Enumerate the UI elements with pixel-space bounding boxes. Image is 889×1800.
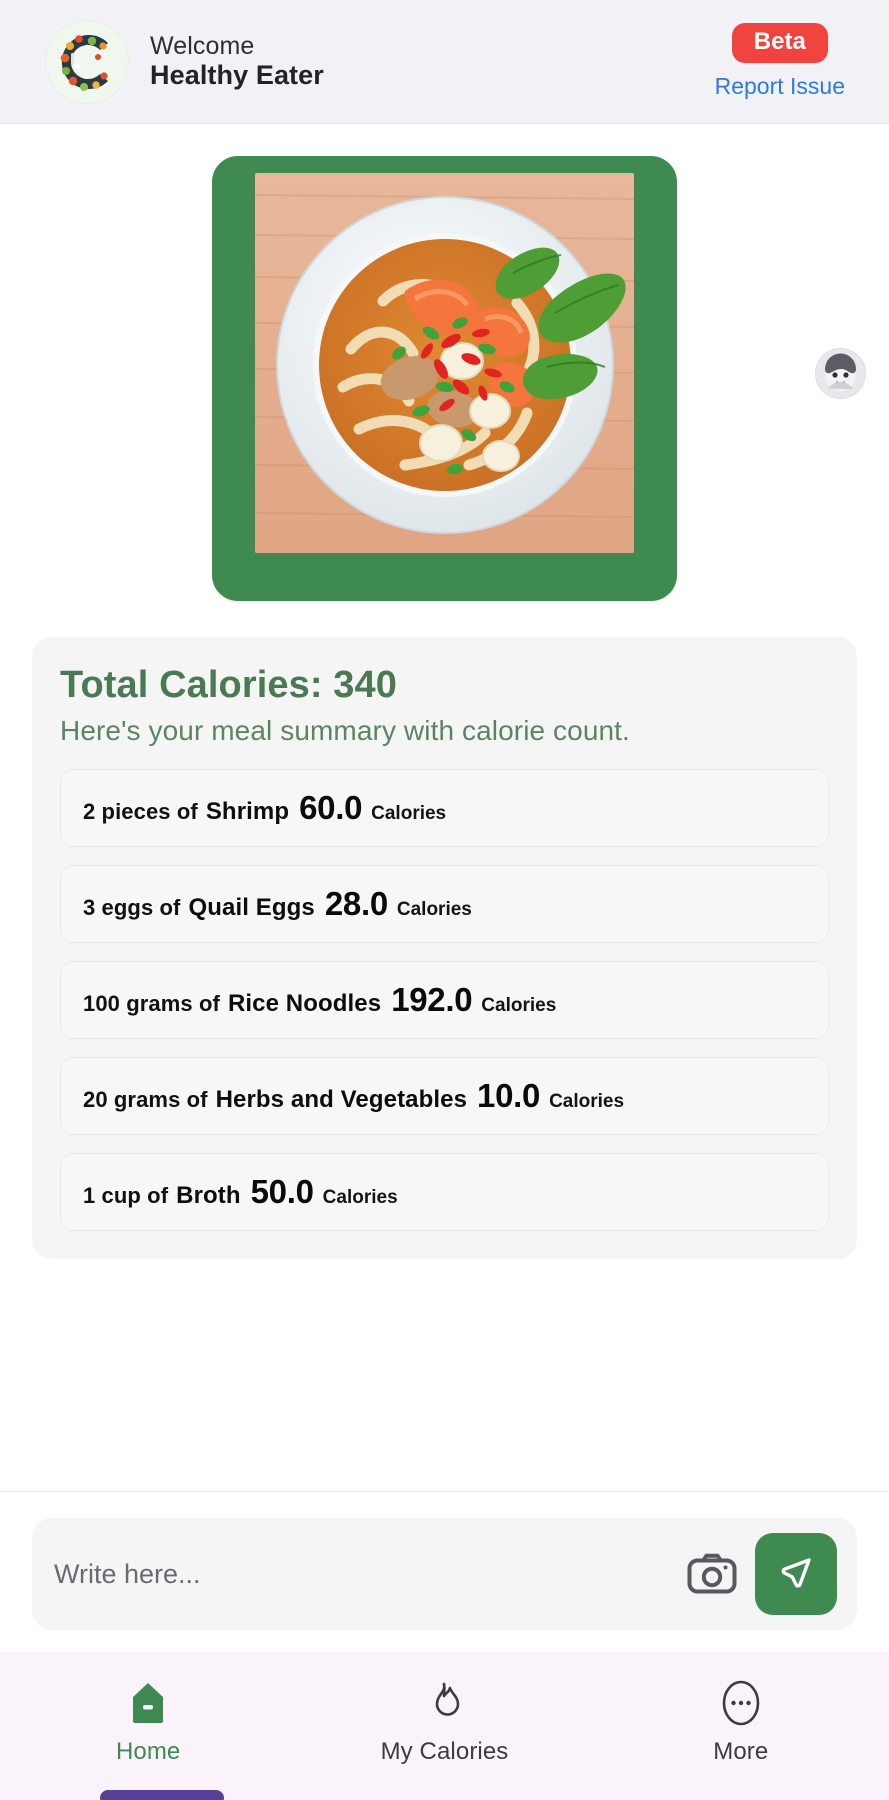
message-input[interactable] <box>54 1518 669 1630</box>
item-calorie-value: 10.0 <box>477 1076 541 1114</box>
item-calorie-unit: Calories <box>322 1186 398 1208</box>
nav-label-home: Home <box>115 1738 181 1765</box>
vegetable-letter-c-logo-icon <box>46 20 128 103</box>
item-food-name: Broth <box>176 1181 241 1209</box>
item-line: 2 pieces of Shrimp 60.0 Calories <box>83 789 446 827</box>
table-row[interactable]: 20 grams of Herbs and Vegetables 10.0 Ca… <box>60 1056 829 1135</box>
camera-button[interactable] <box>685 1547 739 1601</box>
item-calorie-value: 50.0 <box>250 1172 314 1210</box>
table-row[interactable]: 2 pieces of Shrimp 60.0 Calories <box>60 768 829 847</box>
header-right: Beta Report Issue <box>715 23 855 100</box>
brand-name: Healthy Eater <box>150 60 324 91</box>
table-row[interactable]: 3 eggs of Quail Eggs 28.0 Calories <box>60 864 829 943</box>
meal-photo[interactable] <box>255 173 634 553</box>
item-line: 3 eggs of Quail Eggs 28.0 Calories <box>83 885 472 923</box>
item-calorie-unit: Calories <box>371 802 447 824</box>
item-calorie-unit: Calories <box>481 994 557 1016</box>
item-food-name: Rice Noodles <box>227 989 382 1017</box>
item-quantity: 1 cup of <box>83 1182 169 1208</box>
home-icon <box>128 1680 168 1726</box>
item-calorie-value: 192.0 <box>391 980 473 1018</box>
nav-item-my-calories[interactable]: My Calories <box>296 1680 592 1766</box>
item-line: 1 cup of Broth 50.0 Calories <box>83 1173 398 1211</box>
nav-item-home[interactable]: Home <box>0 1680 296 1766</box>
calorie-summary-card: Total Calories: 340 Here's your meal sum… <box>32 637 857 1259</box>
item-calorie-unit: Calories <box>396 898 472 920</box>
app-root: Welcome Healthy Eater Beta Report Issue <box>0 0 889 1800</box>
report-issue-link[interactable]: Report Issue <box>715 73 845 100</box>
bottom-navigation: Home My Calories More <box>0 1652 889 1800</box>
camera-icon <box>687 1552 737 1597</box>
item-quantity: 100 grams of <box>83 990 220 1016</box>
brand: Welcome Healthy Eater <box>46 20 324 103</box>
composer-container <box>0 1491 889 1652</box>
home-indicator <box>100 1790 224 1800</box>
item-calorie-value: 28.0 <box>324 884 388 922</box>
item-quantity: 3 eggs of <box>83 894 181 920</box>
send-button[interactable] <box>755 1533 837 1615</box>
table-row[interactable]: 100 grams of Rice Noodles 192.0 Calories <box>60 960 829 1039</box>
meal-items-list: 2 pieces of Shrimp 60.0 Calories 3 eggs … <box>60 768 829 1231</box>
main-content: Total Calories: 340 Here's your meal sum… <box>0 124 889 1491</box>
user-avatar[interactable] <box>816 349 865 398</box>
composer-bar <box>32 1518 857 1630</box>
beta-badge[interactable]: Beta <box>731 23 828 63</box>
item-food-name: Quail Eggs <box>188 893 315 921</box>
nav-label-my-calories: My Calories <box>380 1738 509 1765</box>
item-quantity: 2 pieces of <box>83 798 198 824</box>
total-calories-heading: Total Calories: 340 <box>60 664 397 706</box>
item-line: 20 grams of Herbs and Vegetables 10.0 Ca… <box>83 1077 624 1115</box>
item-quantity: 20 grams of <box>83 1086 208 1112</box>
brand-text: Welcome Healthy Eater <box>150 32 324 90</box>
nav-item-more[interactable]: More <box>593 1680 889 1766</box>
app-header: Welcome Healthy Eater Beta Report Issue <box>0 0 889 124</box>
ellipsis-circle-icon <box>721 1680 761 1726</box>
welcome-label: Welcome <box>150 32 255 61</box>
item-food-name: Shrimp <box>205 797 290 825</box>
item-food-name: Herbs and Vegetables <box>215 1085 468 1113</box>
item-line: 100 grams of Rice Noodles 192.0 Calories <box>83 981 556 1019</box>
meal-photo-row <box>0 124 889 601</box>
send-icon <box>774 1551 818 1598</box>
summary-subtitle: Here's your meal summary with calorie co… <box>60 714 630 746</box>
nav-label-more: More <box>713 1738 769 1765</box>
item-calorie-value: 60.0 <box>299 788 363 826</box>
table-row[interactable]: 1 cup of Broth 50.0 Calories <box>60 1152 829 1231</box>
flame-icon <box>427 1680 461 1726</box>
meal-photo-card[interactable] <box>212 156 677 601</box>
item-calorie-unit: Calories <box>549 1090 625 1112</box>
